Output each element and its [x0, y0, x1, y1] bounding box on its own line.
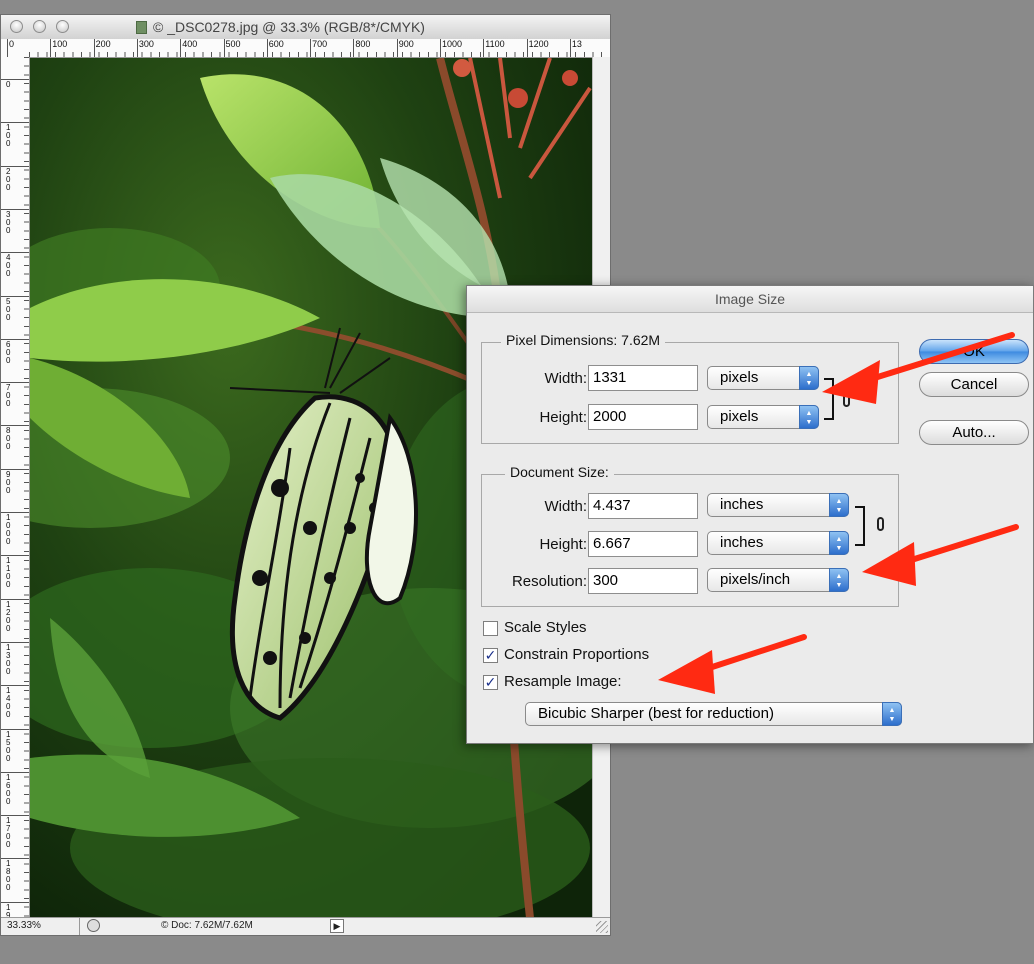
resize-grip-icon[interactable] — [596, 921, 608, 933]
doc-height-label: Height: — [539, 536, 587, 553]
resample-image-checkbox[interactable]: ✓ — [483, 675, 498, 690]
doc-height-unit-select[interactable]: inches ▲ ▼ — [707, 531, 849, 555]
zoom-window-icon[interactable] — [56, 20, 69, 33]
window-title: © _DSC0278.jpg @ 33.3% (RGB/8*/CMYK) — [136, 19, 425, 35]
ruler-tick-label: 1100 — [6, 556, 11, 590]
ruler-tick-label: 300 — [138, 39, 154, 49]
status-menu-arrow-icon[interactable]: ▶ — [330, 919, 344, 933]
resolution-unit-select[interactable]: pixels/inch ▲ ▼ — [707, 568, 849, 592]
ruler-tick-label: 13 — [571, 39, 582, 49]
ruler-tick-label: 100 — [6, 123, 11, 149]
checkmark-icon: ✓ — [484, 674, 497, 690]
pixel-height-input[interactable]: 2000 — [588, 404, 698, 430]
doc-height-unit-value: inches — [720, 534, 764, 551]
chain-link-icon — [877, 517, 884, 531]
doc-width-input[interactable]: 4.437 — [588, 493, 698, 519]
document-size-info: © Doc: 7.62M/7.62M — [161, 920, 253, 931]
checkmark-icon: ✓ — [484, 647, 497, 663]
scale-styles-label: Scale Styles — [504, 619, 587, 636]
version-cue-icon[interactable] — [87, 919, 100, 932]
resolution-input[interactable]: 300 — [588, 568, 698, 594]
popup-arrows-icon: ▲ ▼ — [799, 366, 819, 390]
ruler-minor-ticks — [29, 52, 610, 57]
horizontal-ruler[interactable]: 0 100 200 300 400 500 600 700 800 900 1000 1100 1200… — [1, 39, 610, 58]
ruler-tick-label: 600 — [268, 39, 284, 49]
auto-button[interactable]: Auto... — [919, 420, 1029, 445]
status-bar: 33.33% © Doc: 7.62M/7.62M ▶ — [1, 917, 610, 935]
ruler-tick-label: 700 — [312, 39, 328, 49]
scale-styles-checkbox[interactable] — [483, 621, 498, 636]
ruler-tick-label: 400 — [6, 253, 11, 279]
ruler-tick-label: 600 — [6, 339, 11, 365]
ruler-tick-label: 0 — [9, 39, 15, 49]
pixel-width-unit-value: pixels — [720, 369, 759, 386]
doc-width-unit-value: inches — [720, 496, 764, 513]
doc-height-input[interactable]: 6.667 — [588, 531, 698, 557]
ruler-tick-label: 300 — [6, 209, 11, 235]
ruler-tick-label: 1700 — [6, 816, 11, 850]
vertical-ruler[interactable]: 0 100 200 300 400 500 600 700 800 900 1000 1100 1200… — [1, 57, 30, 919]
ruler-tick-label: 800 — [6, 426, 11, 452]
image-size-dialog: Image Size Pixel Dimensions: 7.62M Width… — [466, 285, 1034, 744]
popup-arrows-icon: ▲ ▼ — [829, 531, 849, 555]
dialog-title: Image Size — [467, 286, 1033, 313]
resample-method-value: Bicubic Sharper (best for reduction) — [538, 705, 774, 722]
popup-arrows-icon: ▲ ▼ — [882, 702, 902, 726]
ruler-tick-label: 1600 — [6, 772, 11, 806]
ruler-tick-label: 1400 — [6, 686, 11, 720]
ruler-tick-label: 500 — [6, 296, 11, 322]
zoom-level-field[interactable]: 33.33% — [7, 920, 41, 931]
ruler-tick-label: 1800 — [6, 859, 11, 893]
ok-button[interactable]: OK — [919, 339, 1029, 364]
ruler-tick-label: 1300 — [6, 642, 11, 676]
ruler-tick-label: 0 — [6, 80, 11, 89]
ruler-tick-label: 1000 — [442, 39, 463, 49]
resample-image-label: Resample Image: — [504, 673, 622, 690]
pixel-dimensions-legend: Pixel Dimensions: 7.62M — [501, 332, 666, 348]
ruler-tick-label: 1200 — [528, 39, 549, 49]
pixel-width-input[interactable]: 1331 — [588, 365, 698, 391]
resolution-label: Resolution: — [511, 573, 587, 590]
ruler-tick-label: 900 — [6, 469, 11, 495]
resolution-unit-value: pixels/inch — [720, 571, 791, 588]
popup-arrows-icon: ▲ ▼ — [829, 493, 849, 517]
chain-link-icon — [843, 393, 850, 407]
constrain-bracket — [824, 378, 834, 420]
ruler-tick-label: 100 — [52, 39, 68, 49]
window-titlebar[interactable]: © _DSC0278.jpg @ 33.3% (RGB/8*/CMYK) — [1, 15, 610, 40]
ruler-tick-label: 500 — [225, 39, 241, 49]
pixel-height-unit-select[interactable]: pixels ▲ ▼ — [707, 405, 819, 429]
popup-arrows-icon: ▲ ▼ — [799, 405, 819, 429]
ruler-tick-label: 700 — [6, 383, 11, 409]
cancel-button[interactable]: Cancel — [919, 372, 1029, 397]
minimize-window-icon[interactable] — [33, 20, 46, 33]
document-proxy-icon — [136, 21, 147, 34]
ruler-tick-label: 1200 — [6, 599, 11, 633]
popup-arrows-icon: ▲ ▼ — [829, 568, 849, 592]
constrain-bracket — [855, 506, 865, 546]
status-divider — [79, 918, 80, 935]
pixel-width-unit-select[interactable]: pixels ▲ ▼ — [707, 366, 819, 390]
doc-width-unit-select[interactable]: inches ▲ ▼ — [707, 493, 849, 517]
ruler-tick-label: 1500 — [6, 729, 11, 763]
resample-method-select[interactable]: Bicubic Sharper (best for reduction) ▲ ▼ — [525, 702, 902, 726]
pixel-height-label: Height: — [539, 409, 587, 426]
ruler-tick-label: 200 — [95, 39, 111, 49]
doc-width-label: Width: — [544, 498, 587, 515]
constrain-proportions-checkbox[interactable]: ✓ — [483, 648, 498, 663]
document-size-legend: Document Size: — [505, 464, 614, 480]
ruler-tick-label: 1000 — [6, 513, 11, 546]
ruler-tick-label: 200 — [6, 166, 11, 192]
ruler-tick-label: 1100 — [485, 39, 505, 49]
pixel-width-label: Width: — [544, 370, 587, 387]
pixel-height-unit-value: pixels — [720, 408, 759, 425]
ruler-tick-label: 400 — [182, 39, 198, 49]
close-window-icon[interactable] — [10, 20, 23, 33]
constrain-proportions-label: Constrain Proportions — [504, 646, 650, 663]
ruler-tick-label: 800 — [355, 39, 371, 49]
ruler-tick-label: 900 — [398, 39, 414, 49]
ruler-minor-ticks — [24, 57, 29, 919]
